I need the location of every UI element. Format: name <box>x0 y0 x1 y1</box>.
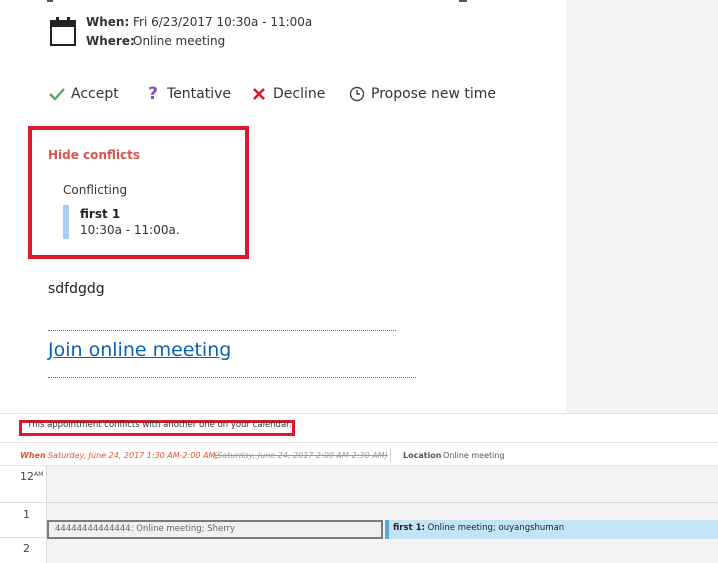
location-label: Location <box>403 451 442 460</box>
appointment-detail: Online meeting; Sherry <box>133 524 236 534</box>
clock-icon <box>348 85 366 103</box>
decline-button[interactable]: Decline <box>250 84 325 104</box>
checkmark-icon <box>48 85 66 103</box>
calendar-icon <box>50 17 76 46</box>
divider <box>0 442 718 443</box>
divider <box>390 448 391 462</box>
propose-label: Propose new time <box>371 86 497 102</box>
join-online-meeting-link[interactable]: Join online meeting <box>48 339 231 361</box>
conflicting-appointment-block[interactable]: first 1: Online meeting; ouyangshuman <box>385 520 718 539</box>
hide-conflicts-link[interactable]: Hide conflicts <box>48 148 140 162</box>
calendar-grid[interactable] <box>47 466 718 563</box>
location-value: Online meeting <box>443 451 505 460</box>
new-proposed-time: Saturday, June 24, 2017 1:30 AM-2:00 AM, <box>48 451 218 460</box>
when-label: When: <box>86 15 130 29</box>
when-bar-label: When <box>20 451 46 460</box>
original-time: (Saturday, June 24, 2017 2:00 AM-2:30 AM… <box>214 451 388 460</box>
appointment-title: first 1: <box>393 523 425 533</box>
tentative-button[interactable]: ? Tentative <box>144 84 231 104</box>
conflict-color-bar <box>63 205 69 239</box>
current-appointment-block[interactable]: 44444444444444: Online meeting; Sherry <box>47 520 383 539</box>
when-value: Fri 6/23/2017 10:30a - 11:00a <box>133 15 313 29</box>
conflicting-label: Conflicting <box>63 183 128 197</box>
conflicts-highlight-box <box>28 126 249 259</box>
hour-label-2: 2 <box>23 542 30 555</box>
divider <box>48 377 416 378</box>
side-filler <box>566 0 718 422</box>
appointment-detail: Online meeting; ouyangshuman <box>424 523 565 533</box>
appointment-title: 44444444444444: <box>55 524 134 534</box>
divider <box>48 330 396 331</box>
tentative-label: Tentative <box>167 86 232 102</box>
where-value: Online meeting <box>133 34 226 48</box>
conflict-info-text: This appointment conflicts with another … <box>27 420 292 430</box>
conflict-item-time: 10:30a - 11:00a. <box>80 223 180 237</box>
conflict-item-title[interactable]: first 1 <box>80 207 120 221</box>
cropped-header-edge <box>47 0 467 2</box>
question-icon: ? <box>148 84 158 104</box>
accept-button[interactable]: Accept <box>48 84 119 104</box>
hour-line <box>0 502 718 503</box>
propose-new-time-button[interactable]: Propose new time <box>348 84 496 104</box>
where-label: Where: <box>86 34 135 48</box>
message-body-text: sdfdgdg <box>48 281 105 297</box>
hour-label-12: 12AM <box>20 470 44 483</box>
decline-label: Decline <box>273 86 326 102</box>
hour-label-1: 1 <box>23 508 30 521</box>
x-icon <box>250 85 268 103</box>
accept-label: Accept <box>71 86 119 102</box>
